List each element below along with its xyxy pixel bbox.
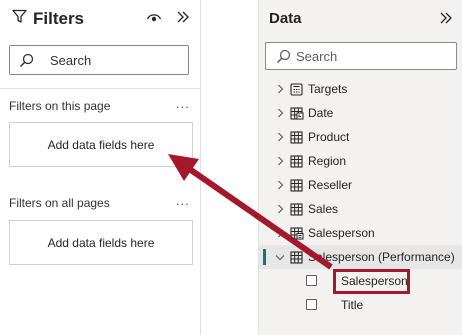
table-row-reseller[interactable]: Reseller <box>259 173 462 197</box>
filters-on-all-pages-drop-well[interactable]: Add data fields here <box>9 220 193 265</box>
divider <box>0 88 200 89</box>
field-row-title[interactable]: Title <box>259 293 462 317</box>
table-row-salesperson-performance[interactable]: Salesperson (Performance) <box>259 245 462 269</box>
table-name: Salesperson <box>308 226 375 240</box>
table-icon <box>290 197 304 221</box>
data-search-placeholder: Search <box>296 48 338 64</box>
chevron-right-icon[interactable] <box>275 101 285 125</box>
field-checkbox[interactable] <box>306 299 317 310</box>
table-name: Date <box>308 106 334 120</box>
hierarchy-table-icon <box>290 221 304 245</box>
selection-indicator <box>263 249 266 265</box>
chevron-down-icon[interactable] <box>275 245 285 269</box>
table-icon <box>290 173 304 197</box>
table-name: Product <box>308 130 350 144</box>
data-pane: Data Search Targets Date Product Region … <box>258 0 462 335</box>
chevron-right-icon[interactable] <box>275 125 285 149</box>
table-icon <box>290 245 304 269</box>
eye-icon[interactable] <box>146 10 162 24</box>
table-row-salesperson[interactable]: Salesperson <box>259 221 462 245</box>
more-options-icon[interactable]: ... <box>176 96 190 111</box>
filters-pane: Filters Search Filters on this page ... … <box>0 0 201 335</box>
filters-on-all-pages-label: Filters on all pages <box>9 196 110 210</box>
date-table-icon <box>290 101 304 125</box>
collapse-chevrons-icon[interactable] <box>176 10 190 24</box>
table-name: Targets <box>308 82 348 96</box>
table-row-product[interactable]: Product <box>259 125 462 149</box>
table-row-sales[interactable]: Sales <box>259 197 462 221</box>
filters-on-this-page-label: Filters on this page <box>9 99 111 113</box>
chevron-right-icon[interactable] <box>275 197 285 221</box>
chevron-right-icon[interactable] <box>275 173 285 197</box>
table-name: Region <box>308 154 347 168</box>
search-icon <box>19 53 34 68</box>
chevron-right-icon[interactable] <box>275 149 285 173</box>
table-row-region[interactable]: Region <box>259 149 462 173</box>
drop-well-text: Add data fields here <box>47 235 155 250</box>
field-row-salesperson[interactable]: Salesperson <box>259 269 462 293</box>
filters-on-this-page-drop-well[interactable]: Add data fields here <box>9 122 193 167</box>
table-name: Salesperson (Performance) <box>308 250 455 264</box>
chevron-right-icon[interactable] <box>275 77 285 101</box>
filters-header: Filters <box>12 8 84 30</box>
collapse-chevrons-icon[interactable] <box>439 11 453 25</box>
calculator-table-icon <box>290 77 304 101</box>
field-name: Salesperson <box>341 274 408 288</box>
search-icon <box>276 49 291 64</box>
table-icon <box>290 125 304 149</box>
data-search-input[interactable]: Search <box>265 42 457 70</box>
table-row-date[interactable]: Date <box>259 101 462 125</box>
table-icon <box>290 149 304 173</box>
chevron-right-icon[interactable] <box>275 221 285 245</box>
filter-funnel-icon <box>12 9 27 29</box>
filters-search-placeholder: Search <box>50 52 92 68</box>
table-row-targets[interactable]: Targets <box>259 77 462 101</box>
table-name: Sales <box>308 202 339 216</box>
filters-search-input[interactable]: Search <box>9 45 189 75</box>
more-options-icon[interactable]: ... <box>176 193 190 208</box>
filters-title: Filters <box>33 9 85 28</box>
report-canvas-gap <box>201 0 258 335</box>
field-checkbox[interactable] <box>306 275 317 286</box>
data-title: Data <box>269 10 302 27</box>
field-name: Title <box>341 298 364 312</box>
table-name: Reseller <box>308 178 353 192</box>
drop-well-text: Add data fields here <box>47 137 155 152</box>
